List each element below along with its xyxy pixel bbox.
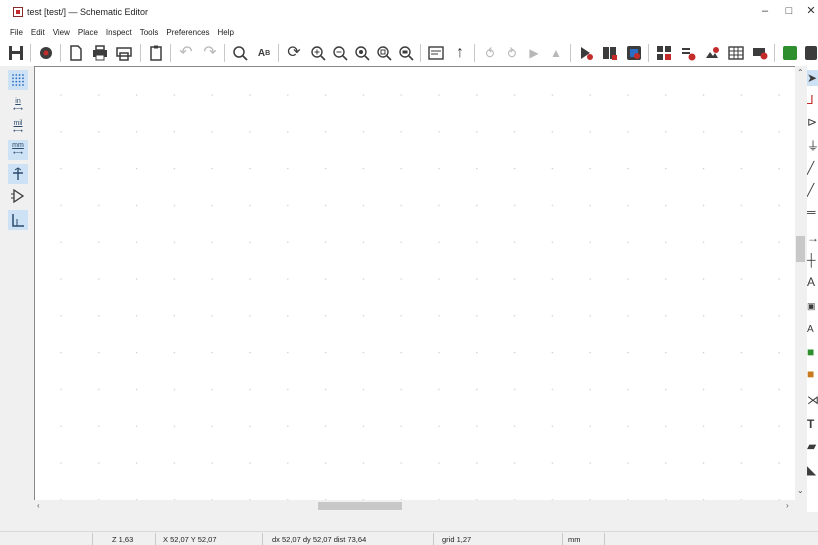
maximize-button[interactable]: □ <box>780 4 798 18</box>
status-delta: dx 52,07 dy 52,07 dist 73,64 <box>272 535 367 544</box>
scroll-right-icon[interactable]: › <box>786 501 789 510</box>
plot-icon[interactable] <box>114 43 134 63</box>
netlist-icon[interactable] <box>750 43 770 63</box>
zoom-objects-icon[interactable] <box>374 43 394 63</box>
find-replace-icon[interactable]: AB <box>254 43 274 63</box>
right-toolbar: ➤ ⅃ ⊳ ⏚ ╱ ╱ ═ → ┼ A ▣ A ■ ■ ⋊ T ▰ ◣ <box>807 66 818 512</box>
left-toolbar: in ⟷ mil ⟷ mm ⟷ <box>0 66 34 512</box>
cursor-icon[interactable] <box>8 164 28 184</box>
hierarchy-navigator-icon[interactable] <box>426 43 446 63</box>
menu-view[interactable]: View <box>49 24 74 40</box>
erc-icon[interactable] <box>678 43 698 63</box>
menu-file[interactable]: File <box>0 24 27 40</box>
add-text-icon[interactable]: A <box>807 322 818 338</box>
horizontal-scroll-thumb[interactable] <box>318 502 402 510</box>
leave-sheet-icon[interactable]: ↑ <box>450 43 470 63</box>
eeschema-app-icon <box>13 7 23 17</box>
zoom-fit-icon[interactable] <box>352 43 372 63</box>
add-wire-entry-icon[interactable]: → <box>807 230 818 246</box>
fields-table-icon[interactable] <box>726 43 746 63</box>
save-icon[interactable] <box>6 43 26 63</box>
units-mil-label: mil <box>13 120 23 127</box>
add-no-connect-icon[interactable]: ═ <box>807 204 818 220</box>
scroll-left-icon[interactable]: ‹ <box>37 501 40 510</box>
status-units: mm <box>568 535 581 544</box>
schematic-setup-icon[interactable] <box>36 43 56 63</box>
symbol-editor-icon[interactable] <box>576 43 596 63</box>
add-label-icon[interactable]: A <box>807 274 818 290</box>
window-title: test [test/] — Schematic Editor <box>27 7 149 17</box>
horizontal-scrollbar[interactable]: ‹ › <box>34 500 795 512</box>
bom-icon[interactable] <box>702 43 722 63</box>
hierarchy-icon[interactable] <box>8 210 28 230</box>
find-icon[interactable] <box>230 43 250 63</box>
scroll-down-icon[interactable]: ⌄ <box>797 486 804 495</box>
menu-help[interactable]: Help <box>214 24 238 40</box>
redo-icon[interactable]: ↷ <box>200 43 220 63</box>
rotate-ccw-icon[interactable]: ⥀ <box>480 43 500 63</box>
symbol-browser-icon[interactable] <box>600 43 620 63</box>
menu-inspect[interactable]: Inspect <box>102 24 136 40</box>
mirror-v-icon[interactable]: ▲ <box>546 43 566 63</box>
select-icon[interactable]: ➤ <box>807 70 818 86</box>
annotate-icon[interactable] <box>654 43 674 63</box>
add-image-icon[interactable]: ■ <box>807 344 818 360</box>
paste-icon[interactable] <box>146 43 166 63</box>
print-icon[interactable] <box>90 43 110 63</box>
image-icon[interactable]: ▰ <box>807 438 818 454</box>
page-settings-icon[interactable] <box>66 43 86 63</box>
units-mm-label: mm <box>12 142 24 149</box>
add-global-label-icon[interactable]: ▣ <box>807 298 818 314</box>
zoom-out-icon[interactable] <box>330 43 350 63</box>
refresh-icon[interactable]: ⟳ <box>284 43 304 63</box>
calculator-icon[interactable] <box>804 43 818 63</box>
pcb-editor-icon[interactable] <box>780 43 800 63</box>
units-inch-icon[interactable]: in ⟷ <box>8 96 28 116</box>
minimize-button[interactable]: – <box>756 4 774 18</box>
undo-icon[interactable]: ↶ <box>176 43 196 63</box>
add-junction-icon[interactable]: ┼ <box>807 252 818 268</box>
units-mil-icon[interactable]: mil ⟷ <box>8 118 28 138</box>
add-power-icon[interactable]: ⏚ <box>807 138 818 154</box>
title-bar: test [test/] — Schematic Editor – □ ✕ <box>0 0 818 24</box>
units-mm-icon[interactable]: mm ⟷ <box>8 140 28 160</box>
mirror-h-icon[interactable]: ▶ <box>524 43 544 63</box>
pin-type-icon[interactable] <box>8 186 28 206</box>
menu-edit[interactable]: Edit <box>27 24 49 40</box>
footprint-assign-icon[interactable] <box>624 43 644 63</box>
add-wire-icon[interactable]: ╱ <box>807 160 818 176</box>
menu-preferences[interactable]: Preferences <box>162 24 213 40</box>
units-inch-label: in <box>15 98 21 105</box>
vertical-scroll-thumb[interactable] <box>796 236 805 262</box>
menu-tools[interactable]: Tools <box>136 24 163 40</box>
add-symbol-icon[interactable]: ⊳ <box>807 114 818 130</box>
status-cursor-xy: X 52,07 Y 52,07 <box>163 535 217 544</box>
text-icon[interactable]: T <box>807 416 818 432</box>
menu-place[interactable]: Place <box>74 24 102 40</box>
add-hier-sheet-icon[interactable]: ■ <box>807 366 818 382</box>
zoom-selection-icon[interactable] <box>396 43 416 63</box>
add-bus-icon[interactable]: ╱ <box>807 182 818 198</box>
status-grid: grid 1,27 <box>442 535 472 544</box>
grid-dots <box>35 67 795 500</box>
status-bar: Z 1,63 X 52,07 Y 52,07 dx 52,07 dy 52,07… <box>0 531 818 545</box>
zoom-in-icon[interactable] <box>308 43 328 63</box>
vertical-scrollbar[interactable]: ⌃ ⌄ <box>795 66 807 500</box>
close-button[interactable]: ✕ <box>804 4 818 18</box>
rotate-cw-icon[interactable]: ⥁ <box>502 43 522 63</box>
menu-bar: File Edit View Place Inspect Tools Prefe… <box>0 24 818 40</box>
schematic-canvas[interactable] <box>34 66 795 500</box>
scroll-up-icon[interactable]: ⌃ <box>797 68 804 77</box>
delete-icon[interactable]: ⋊ <box>807 392 818 408</box>
status-zoom: Z 1,63 <box>112 535 134 544</box>
grid-icon[interactable] <box>8 70 28 90</box>
cursor-icon-2[interactable]: ◣ <box>807 462 818 478</box>
main-toolbar: ↶ ↷ AB ⟳ ↑ ⥀ ⥁ ▶ ▲ <box>0 40 818 66</box>
highlight-net-icon[interactable]: ⅃ <box>807 92 818 108</box>
